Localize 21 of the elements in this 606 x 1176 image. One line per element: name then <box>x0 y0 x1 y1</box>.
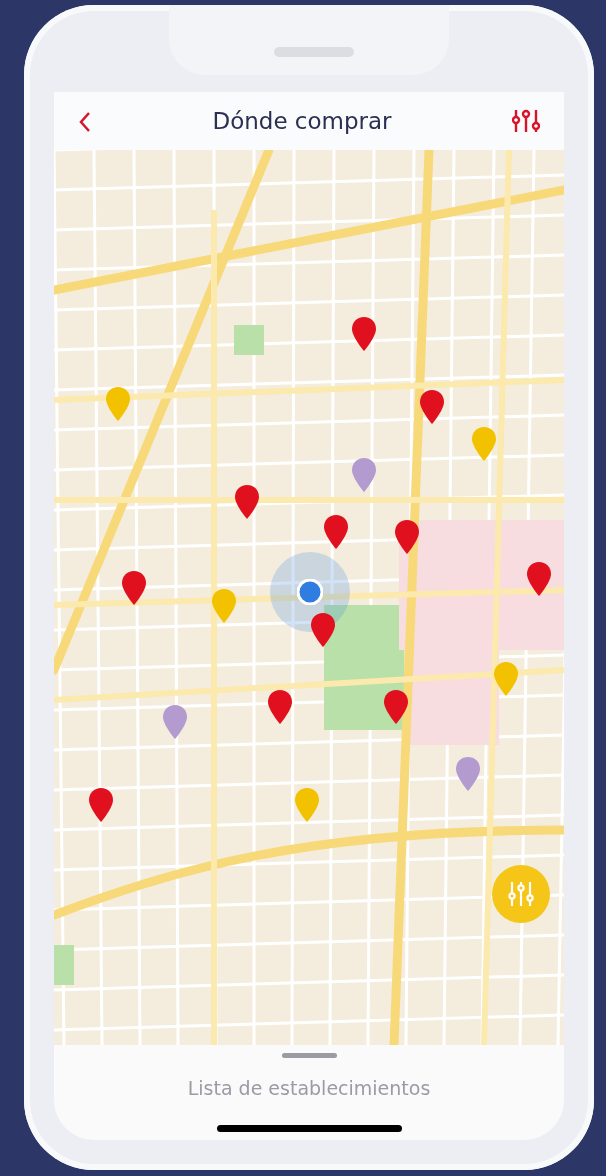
map-pin-icon[interactable] <box>456 757 480 791</box>
map-pin-icon[interactable] <box>122 571 146 605</box>
map-pin-icon[interactable] <box>311 613 335 647</box>
map-pin-icon[interactable] <box>384 690 408 724</box>
map-pin-icon[interactable] <box>395 520 419 554</box>
filter-button[interactable] <box>512 108 540 134</box>
map-pin-icon[interactable] <box>89 788 113 822</box>
map-pin-icon[interactable] <box>163 705 187 739</box>
screen-title: Dónde comprar <box>212 106 392 136</box>
map-pin-icon[interactable] <box>527 562 551 596</box>
map-pin-icon[interactable] <box>235 485 259 519</box>
sliders-icon <box>508 880 534 908</box>
map-pin-icon[interactable] <box>268 690 292 724</box>
sliders-icon <box>512 108 540 134</box>
establishments-list-label[interactable]: Lista de establecimientos <box>187 1074 431 1103</box>
map-pin-icon[interactable] <box>352 317 376 351</box>
back-chevron-icon <box>78 110 92 133</box>
map-pin-icon[interactable] <box>352 458 376 492</box>
drag-handle[interactable] <box>281 1053 337 1058</box>
map-pin-icon[interactable] <box>324 515 348 549</box>
map-pin-icon[interactable] <box>420 390 444 424</box>
